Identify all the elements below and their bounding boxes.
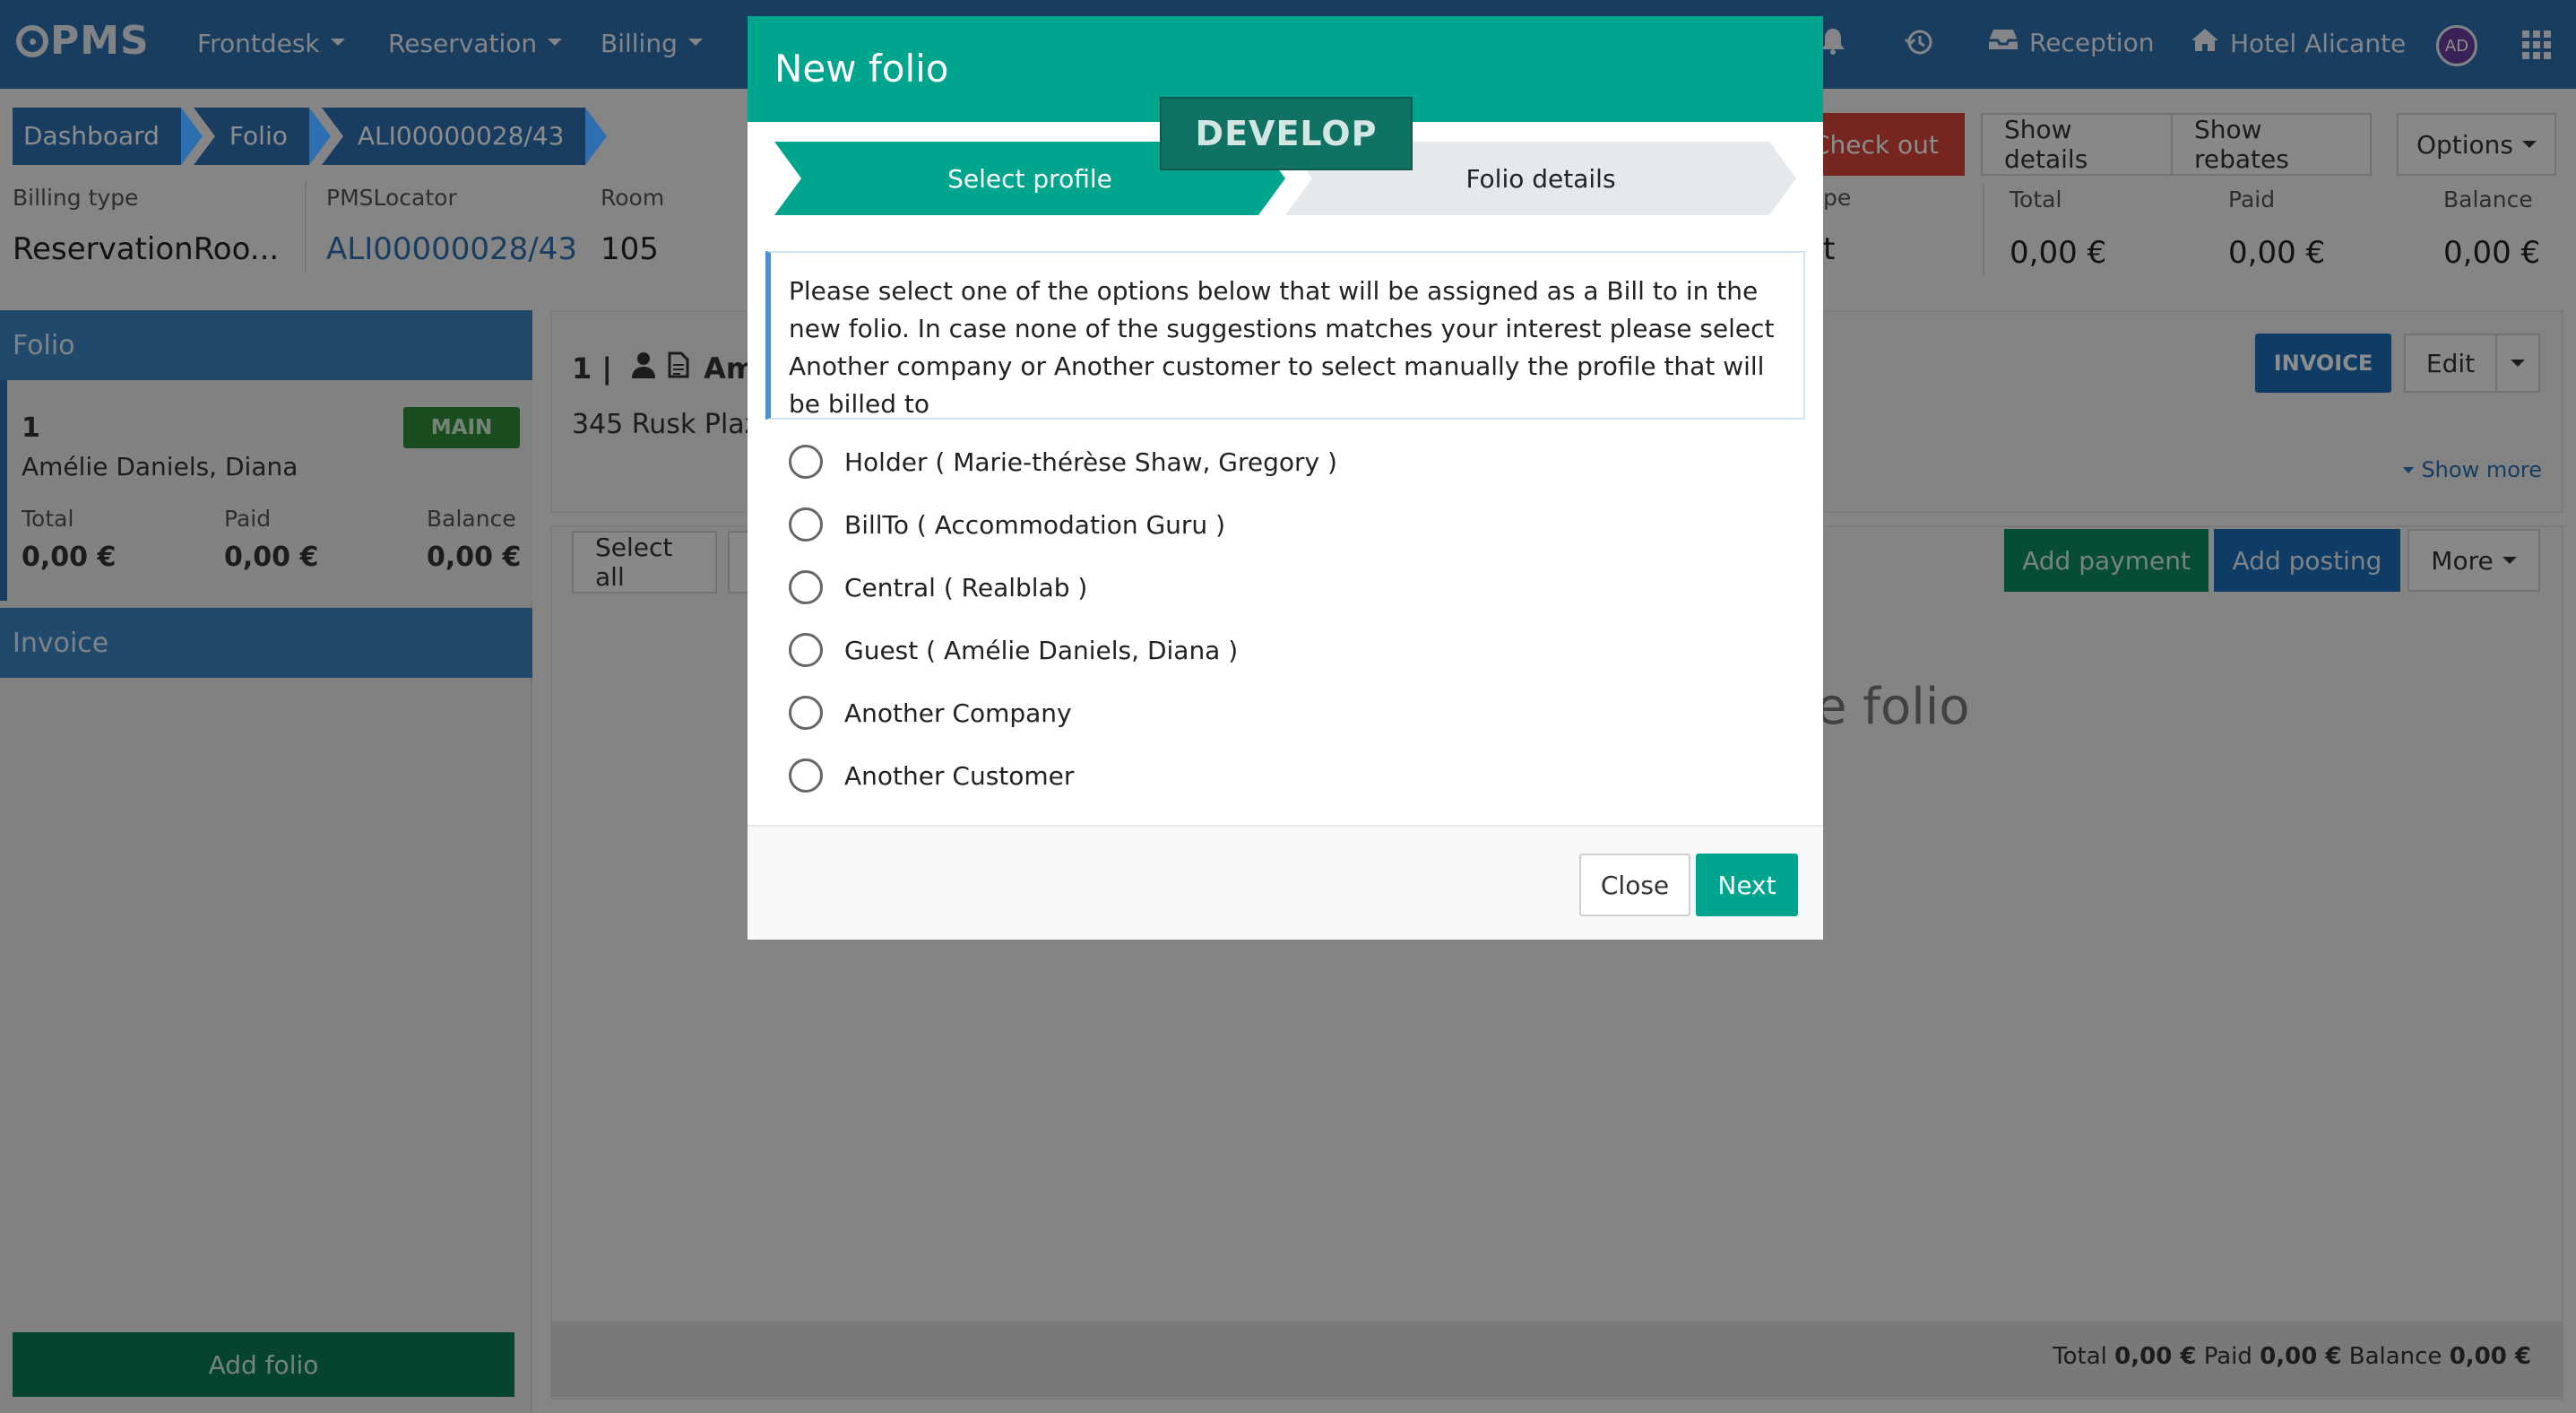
develop-ribbon: DEVELOP: [1160, 97, 1413, 170]
option-another-customer[interactable]: Another Customer: [789, 744, 1337, 807]
option-label: Another Customer: [844, 760, 1075, 791]
close-button[interactable]: Close: [1579, 854, 1690, 916]
new-folio-modal: New folio Select profile Folio details D…: [748, 16, 1823, 940]
option-label: BillTo ( Accommodation Guru ): [844, 509, 1226, 540]
option-holder[interactable]: Holder ( Marie-thérèse Shaw, Gregory ): [789, 430, 1337, 493]
radio-button[interactable]: [789, 570, 823, 604]
radio-button[interactable]: [789, 633, 823, 667]
radio-button[interactable]: [789, 696, 823, 730]
next-button[interactable]: Next: [1696, 854, 1798, 916]
option-billto[interactable]: BillTo ( Accommodation Guru ): [789, 493, 1337, 556]
option-label: Holder ( Marie-thérèse Shaw, Gregory ): [844, 446, 1337, 477]
option-guest[interactable]: Guest ( Amélie Daniels, Diana ): [789, 619, 1337, 681]
modal-footer: Close Next: [748, 825, 1823, 940]
option-label: Central ( Realblab ): [844, 572, 1088, 602]
bill-to-options: Holder ( Marie-thérèse Shaw, Gregory ) B…: [789, 430, 1337, 807]
radio-button[interactable]: [789, 507, 823, 542]
radio-button[interactable]: [789, 445, 823, 479]
option-central[interactable]: Central ( Realblab ): [789, 556, 1337, 619]
radio-button[interactable]: [789, 759, 823, 793]
instruction-notice: Please select one of the options below t…: [765, 251, 1805, 420]
option-label: Guest ( Amélie Daniels, Diana ): [844, 635, 1239, 665]
option-another-company[interactable]: Another Company: [789, 681, 1337, 744]
option-label: Another Company: [844, 698, 1072, 728]
